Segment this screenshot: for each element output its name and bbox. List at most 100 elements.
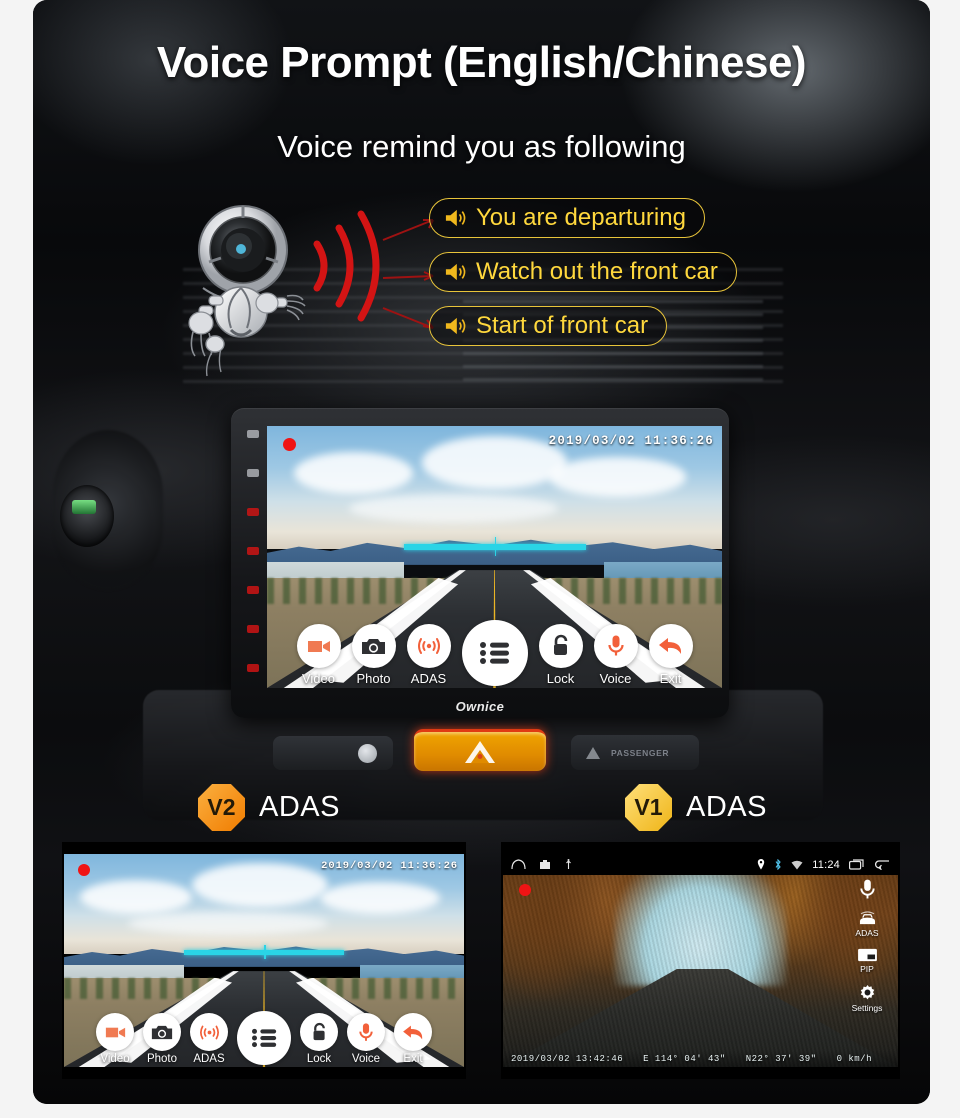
back-icon[interactable] (874, 859, 890, 870)
toolbar-label: ADAS (193, 1053, 225, 1065)
start-stop-button[interactable] (60, 485, 114, 547)
console-knob[interactable] (358, 744, 377, 763)
toolbar-button-menu[interactable]: Menu (237, 1011, 291, 1065)
side-key-7[interactable] (247, 664, 259, 672)
video-timestamp: 2019/03/02 11:36:26 (548, 434, 714, 448)
toolbar-button-exit[interactable]: Exit (394, 1013, 432, 1065)
toolbar-label: Video (100, 1053, 130, 1065)
photo-camera-icon (143, 1013, 181, 1051)
speaker-icon (445, 263, 466, 281)
rail-button-adas[interactable]: ADAS (855, 911, 879, 938)
overlay-latitude: N22° 37' 39" (745, 1053, 817, 1064)
toolbar-label: Voice (599, 671, 632, 686)
head-unit-side-keys[interactable] (237, 426, 269, 676)
airbag-icon (586, 746, 600, 759)
toolbar-button-adas[interactable]: ADAS (190, 1013, 228, 1065)
side-key-2[interactable] (247, 469, 259, 477)
overlay-datetime: 2019/03/02 13:42:46 (511, 1053, 624, 1064)
home-icon[interactable] (511, 859, 526, 870)
page-title: Voice Prompt (English/Chinese) (156, 38, 807, 87)
version-label-v1: ADAS (686, 791, 767, 823)
car-head-unit: 2019/03/02 11:36:26 Video Photo ADAS Loc… (231, 408, 729, 718)
hazard-lights-button[interactable] (414, 729, 546, 771)
side-key-4[interactable] (247, 547, 259, 555)
microphone-icon (593, 624, 638, 668)
side-key-5[interactable] (247, 586, 259, 594)
side-key-6[interactable] (247, 625, 259, 633)
recording-indicator (283, 438, 296, 451)
lock-icon (538, 624, 583, 668)
adas-car-icon (859, 911, 875, 925)
thumbnail-screen: 11:24 ADAS PIP Settings 2019/03/02 13:42… (503, 854, 898, 1067)
rail-button-pip[interactable]: PIP (857, 947, 878, 974)
microphone-icon (859, 879, 875, 899)
rail-label: PIP (860, 964, 874, 974)
version-item-v2: V2 ADAS (198, 784, 340, 831)
rail-label: ADAS (855, 928, 879, 938)
start-stop-led (72, 500, 96, 514)
foliage-texture (503, 854, 898, 1067)
recording-indicator (78, 864, 90, 876)
side-key-1[interactable] (247, 430, 259, 438)
speaker-icon (445, 209, 466, 227)
cloud (549, 457, 686, 497)
toolbar-button-exit[interactable]: Exit (648, 624, 693, 686)
usb-icon[interactable] (564, 859, 573, 870)
version-badge-text: V1 (634, 794, 663, 820)
toolbar-button-photo[interactable]: Photo (351, 624, 396, 686)
brand-logo: Ownice (455, 699, 505, 714)
android-status-bar: 11:24 (503, 854, 898, 875)
microphone-icon (347, 1013, 385, 1051)
location-icon (758, 859, 765, 870)
toolbar-button-menu[interactable]: Menu (461, 620, 528, 686)
menu-list-icon (461, 620, 528, 686)
rail-button-settings[interactable]: Settings (852, 983, 882, 1013)
recents-icon[interactable] (849, 859, 865, 870)
side-key-3[interactable] (247, 508, 259, 516)
video-timestamp: 2019/03/02 11:36:26 (321, 860, 458, 872)
adas-center-tick (494, 537, 496, 556)
passenger-airbag-indicator: PASSENGER (571, 735, 699, 770)
status-bar-right: 11:24 (757, 859, 890, 871)
lock-icon (300, 1013, 338, 1051)
toolbar-button-photo[interactable]: Photo (143, 1013, 181, 1065)
overlay-speed: 0 km/h (836, 1053, 872, 1064)
overlay-longitude: E 114° 04' 43" (643, 1053, 726, 1064)
video-camera-icon (296, 624, 341, 668)
toolbar-label: ADAS (410, 671, 447, 686)
adas-radar-icon (406, 624, 451, 668)
toolbar-label: Exit (403, 1053, 423, 1065)
cloud (80, 879, 192, 914)
toolbar-button-lock[interactable]: Lock (300, 1013, 338, 1065)
console-control-left[interactable] (273, 736, 393, 770)
screenshot-thumbnail-v1[interactable]: 11:24 ADAS PIP Settings 2019/03/02 13:42… (501, 842, 900, 1079)
thumbnail-screen: 2019/03/02 11:36:26 Video Photo ADAS Loc… (64, 854, 464, 1067)
camera-icon[interactable] (539, 859, 551, 870)
voice-prompt-text: You are departuring (476, 204, 686, 231)
version-row: V2 ADAS V1 ADAS (33, 780, 930, 836)
toolbar-button-adas[interactable]: ADAS (406, 624, 451, 686)
main-panel: Voice Prompt (English/Chinese) Voice rem… (33, 0, 930, 1104)
toolbar-button-voice[interactable]: Voice (347, 1013, 385, 1065)
screenshot-thumbnail-v2[interactable]: 2019/03/02 11:36:26 Video Photo ADAS Loc… (62, 842, 466, 1079)
cloud (421, 436, 568, 489)
version-item-v1: V1 ADAS (625, 784, 767, 831)
toolbar-label: Lock (306, 1053, 332, 1065)
toolbar-label: Video (301, 671, 335, 686)
cloud (128, 911, 328, 935)
voice-prompt-bubble: Watch out the front car (429, 252, 737, 292)
toolbar-button-lock[interactable]: Lock (538, 624, 583, 686)
dashcam-right-rail: ADAS PIP Settings (841, 878, 893, 1013)
adas-center-tick (264, 944, 266, 960)
toolbar-label: Exit (659, 671, 682, 686)
dashcam-toolbar: Video Photo ADAS Lock Voice Exit (64, 1011, 464, 1065)
sound-wave-icon (313, 210, 380, 322)
toolbar-button-voice[interactable]: Voice (593, 624, 638, 686)
dashcam-toolbar: Video Photo ADAS Lock Voice Exit (267, 620, 722, 686)
dashcam-screen[interactable]: 2019/03/02 11:36:26 Video Photo ADAS Loc… (267, 426, 722, 688)
toolbar-button-video[interactable]: Video (96, 1013, 134, 1065)
voice-prompt-bubble: You are departuring (429, 198, 705, 238)
rail-button-mic[interactable] (859, 878, 876, 902)
voice-prompt-bubble: Start of front car (429, 306, 668, 346)
toolbar-button-video[interactable]: Video (296, 624, 341, 686)
